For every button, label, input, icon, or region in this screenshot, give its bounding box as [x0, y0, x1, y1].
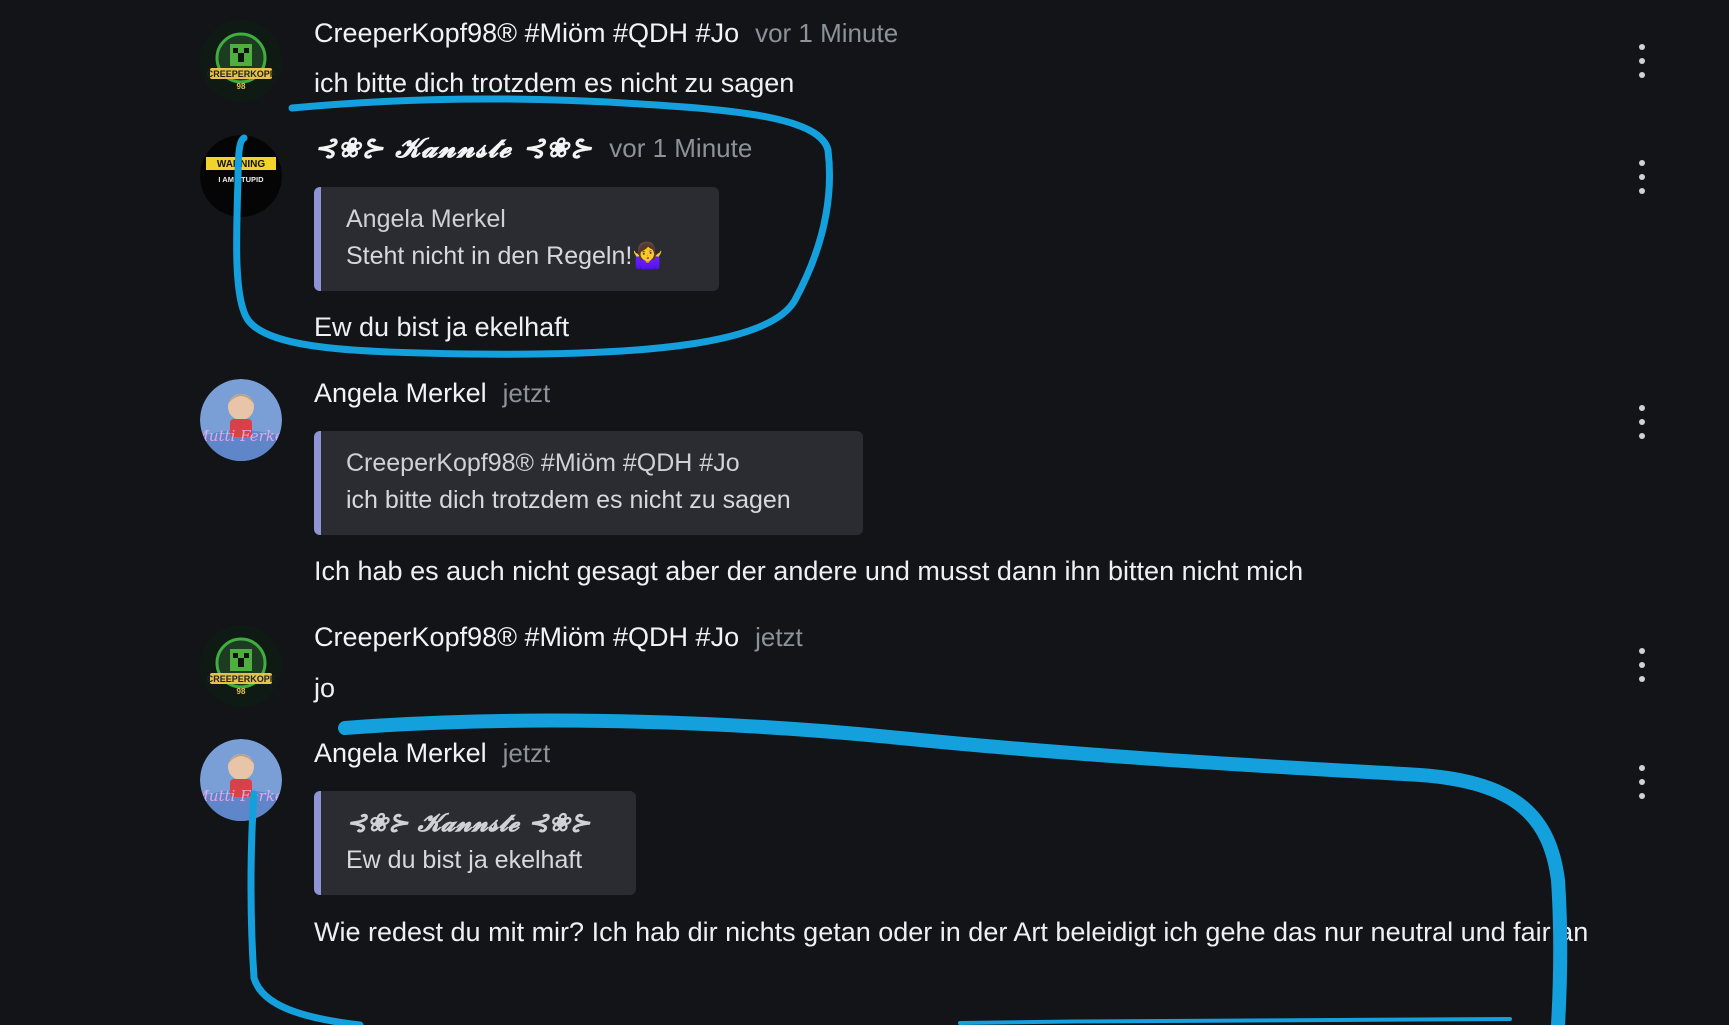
message-text: Ich hab es auch nicht gesagt aber der an…	[314, 556, 1304, 586]
creeper-logo-icon: CREEPERKOPF 98	[200, 625, 282, 707]
message-author[interactable]: CreeperKopf98® #Miöm #QDH #Jo	[314, 18, 739, 49]
quote-text: Ew du bist ja ekelhaft	[346, 846, 583, 874]
message-author[interactable]: Angela Merkel	[314, 378, 487, 409]
avatar-kannste[interactable]: WARNING I AM STUPID	[200, 135, 282, 217]
avatar-angela-merkel[interactable]: Mutti Ferkel	[200, 379, 282, 461]
more-options-icon[interactable]	[1628, 648, 1656, 682]
author-ornament-right: ⊰❀⊱	[527, 808, 591, 837]
message-time: jetzt	[502, 738, 551, 768]
svg-text:Mutti Ferkel: Mutti Ferkel	[200, 427, 282, 445]
message-author[interactable]: CreeperKopf98® #Miöm #QDH #Jo	[314, 622, 739, 653]
more-options-icon[interactable]	[1628, 765, 1656, 799]
svg-text:CREEPERKOPF: CREEPERKOPF	[207, 69, 276, 79]
svg-text:I AM STUPID: I AM STUPID	[218, 175, 264, 184]
warning-badge-icon: WARNING I AM STUPID	[200, 135, 282, 217]
avatar-creeperkopf[interactable]: CREEPERKOPF 98	[200, 20, 282, 102]
reply-quote[interactable]: Angela Merkel Steht nicht in den Regeln!…	[314, 187, 719, 291]
cartoon-portrait-icon: Mutti Ferkel	[200, 379, 282, 461]
message-text: ich bitte dich trotzdem es nicht zu sage…	[314, 68, 795, 98]
message-author[interactable]: Angela Merkel	[314, 738, 487, 769]
author-ornament-left: ⊰❀⊱	[314, 133, 385, 164]
message-author[interactable]: ⊰❀⊱ 𝓚𝓪𝓷𝓷𝓼𝓽𝓮 ⊰❀⊱	[314, 133, 593, 165]
avatar-angela-merkel[interactable]: Mutti Ferkel	[200, 739, 282, 821]
message-time: vor 1 Minute	[609, 133, 753, 163]
message-time: jetzt	[755, 622, 803, 652]
svg-text:CREEPERKOPF: CREEPERKOPF	[207, 674, 276, 684]
annotation-bottom-stroke	[958, 1017, 1512, 1025]
more-options-icon[interactable]	[1628, 44, 1656, 78]
more-options-icon[interactable]	[1628, 160, 1656, 194]
avatar-creeperkopf[interactable]: CREEPERKOPF 98	[200, 625, 282, 707]
cartoon-portrait-icon: Mutti Ferkel	[200, 739, 282, 821]
reply-quote[interactable]: CreeperKopf98® #Miöm #QDH #Jo ich bitte …	[314, 431, 863, 535]
more-options-icon[interactable]	[1628, 405, 1656, 439]
message-text: Wie redest du mit mir? Ich hab dir nicht…	[314, 917, 1589, 947]
svg-text:WARNING: WARNING	[217, 159, 266, 170]
quote-author: Angela Merkel	[346, 205, 506, 233]
message-text: jo	[314, 673, 336, 703]
quote-author: ⊰❀⊱ 𝓚𝓪𝓷𝓷𝓼𝓽𝓮 ⊰❀⊱	[346, 808, 591, 837]
message-time: jetzt	[502, 378, 551, 408]
creeper-logo-icon: CREEPERKOPF 98	[200, 20, 282, 102]
svg-text:98: 98	[237, 687, 246, 696]
svg-text:98: 98	[237, 82, 246, 91]
message-text: Ew du bist ja ekelhaft	[314, 312, 570, 342]
svg-text:Mutti Ferkel: Mutti Ferkel	[200, 787, 282, 805]
author-ornament-right: ⊰❀⊱	[522, 133, 594, 164]
reply-quote[interactable]: ⊰❀⊱ 𝓚𝓪𝓷𝓷𝓼𝓽𝓮 ⊰❀⊱ Ew du bist ja ekelhaft	[314, 791, 636, 895]
quote-text: ich bitte dich trotzdem es nicht zu sage…	[346, 486, 791, 514]
quote-text: Steht nicht in den Regeln!🤷‍♀️	[346, 242, 664, 270]
author-ornament-left: ⊰❀⊱	[346, 808, 409, 837]
quote-author: CreeperKopf98® #Miöm #QDH #Jo	[346, 449, 740, 477]
message-time: vor 1 Minute	[755, 18, 899, 48]
